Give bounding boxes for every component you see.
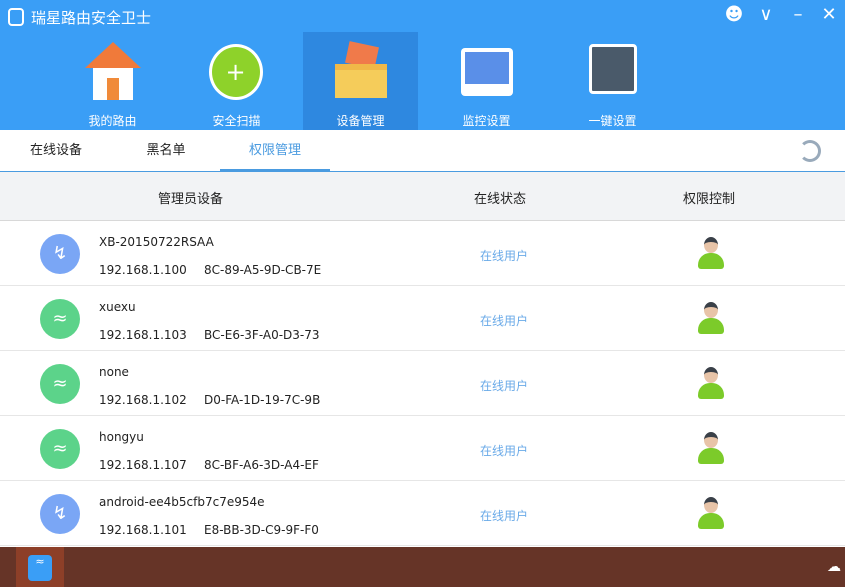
cloud-icon[interactable]: ☁	[827, 559, 841, 575]
header: 瑞星路由安全卫士 ☻ ∨ – ✕ 我的路由 + 安全扫描 设备管理 监控设置 一…	[0, 0, 845, 130]
online-status: 在线用户	[480, 444, 529, 458]
device-ip: 192.168.1.100	[99, 263, 187, 277]
table-header: 管理员设备 在线状态 权限控制	[0, 172, 845, 221]
taskbar-app-button[interactable]: ≈	[16, 547, 64, 587]
house-icon	[84, 42, 141, 102]
nav-label: 一键设置	[588, 114, 637, 128]
device-mac: E8-BB-3D-C9-9F-F0	[204, 523, 319, 537]
app-logo-icon	[8, 8, 24, 26]
refresh-icon[interactable]	[799, 140, 821, 162]
device-mac: BC-E6-3F-A0-D3-73	[204, 328, 320, 342]
admin-user-icon[interactable]	[698, 237, 724, 271]
tab-blacklist[interactable]: 黑名单	[110, 130, 222, 172]
online-status: 在线用户	[480, 314, 529, 328]
device-ip: 192.168.1.107	[99, 458, 187, 472]
device-ip: 192.168.1.102	[99, 393, 187, 407]
user-icon[interactable]: ☻	[722, 4, 746, 25]
nav-one-click-settings[interactable]: 一键设置	[555, 32, 670, 130]
nav-label: 我的路由	[88, 114, 137, 128]
nav-label: 设备管理	[336, 114, 385, 128]
tab-online-devices[interactable]: 在线设备	[0, 130, 112, 172]
tab-permission-management[interactable]: 权限管理	[220, 130, 330, 172]
table-row: ≈ xuexu 192.168.1.103 BC-E6-3F-A0-D3-73 …	[0, 286, 845, 351]
column-header-status: 在线状态	[474, 192, 527, 207]
device-ip: 192.168.1.103	[99, 328, 187, 342]
taskbar: ≈ ☁	[0, 547, 845, 587]
online-status: 在线用户	[480, 379, 529, 393]
close-icon[interactable]: ✕	[817, 4, 841, 25]
cable-icon: ↯	[40, 494, 80, 534]
table-row: ≈ hongyu 192.168.1.107 8C-BF-A6-3D-A4-EF…	[0, 416, 845, 481]
wifi-icon: ≈	[40, 364, 80, 404]
device-mac: 8C-89-A5-9D-CB-7E	[204, 263, 322, 277]
device-mac: D0-FA-1D-19-7C-9B	[204, 393, 321, 407]
column-header-permission: 权限控制	[683, 192, 736, 207]
nav-label: 安全扫描	[212, 114, 261, 128]
shield-icon: +	[208, 42, 265, 102]
device-name: hongyu	[99, 430, 144, 444]
cable-icon: ↯	[40, 234, 80, 274]
wifi-icon: ≈	[40, 299, 80, 339]
table-row: ↯ android-ee4b5cfb7c7e954e 192.168.1.101…	[0, 481, 845, 546]
nav-monitor-settings[interactable]: 监控设置	[429, 32, 544, 130]
nav-label: 监控设置	[462, 114, 511, 128]
chevron-down-icon[interactable]: ∨	[754, 4, 778, 25]
online-status: 在线用户	[480, 509, 529, 523]
monitor-icon	[459, 42, 515, 102]
online-status: 在线用户	[480, 249, 529, 263]
tab-bar: 在线设备 黑名单 权限管理	[0, 130, 845, 172]
box-icon	[333, 41, 389, 102]
admin-user-icon[interactable]	[698, 367, 724, 401]
column-header-device: 管理员设备	[158, 192, 224, 207]
device-mac: 8C-BF-A6-3D-A4-EF	[204, 458, 319, 472]
router-icon	[585, 42, 641, 102]
device-name: XB-20150722RSAA	[99, 235, 214, 249]
nav-device-management[interactable]: 设备管理	[303, 32, 418, 130]
minimize-icon[interactable]: –	[786, 4, 810, 25]
device-name: none	[99, 365, 129, 379]
table-row: ↯ XB-20150722RSAA 192.168.1.100 8C-89-A5…	[0, 221, 845, 286]
wifi-icon: ≈	[40, 429, 80, 469]
device-name: android-ee4b5cfb7c7e954e	[99, 495, 265, 509]
nav-my-router[interactable]: 我的路由	[55, 32, 170, 130]
table-row: ≈ none 192.168.1.102 D0-FA-1D-19-7C-9B 在…	[0, 351, 845, 416]
admin-user-icon[interactable]	[698, 302, 724, 336]
router-wifi-icon: ≈	[28, 555, 52, 581]
device-ip: 192.168.1.101	[99, 523, 187, 537]
device-name: xuexu	[99, 300, 136, 314]
admin-user-icon[interactable]	[698, 497, 724, 531]
admin-user-icon[interactable]	[698, 432, 724, 466]
nav-security-scan[interactable]: + 安全扫描	[179, 32, 294, 130]
app-title: 瑞星路由安全卫士	[31, 9, 152, 27]
